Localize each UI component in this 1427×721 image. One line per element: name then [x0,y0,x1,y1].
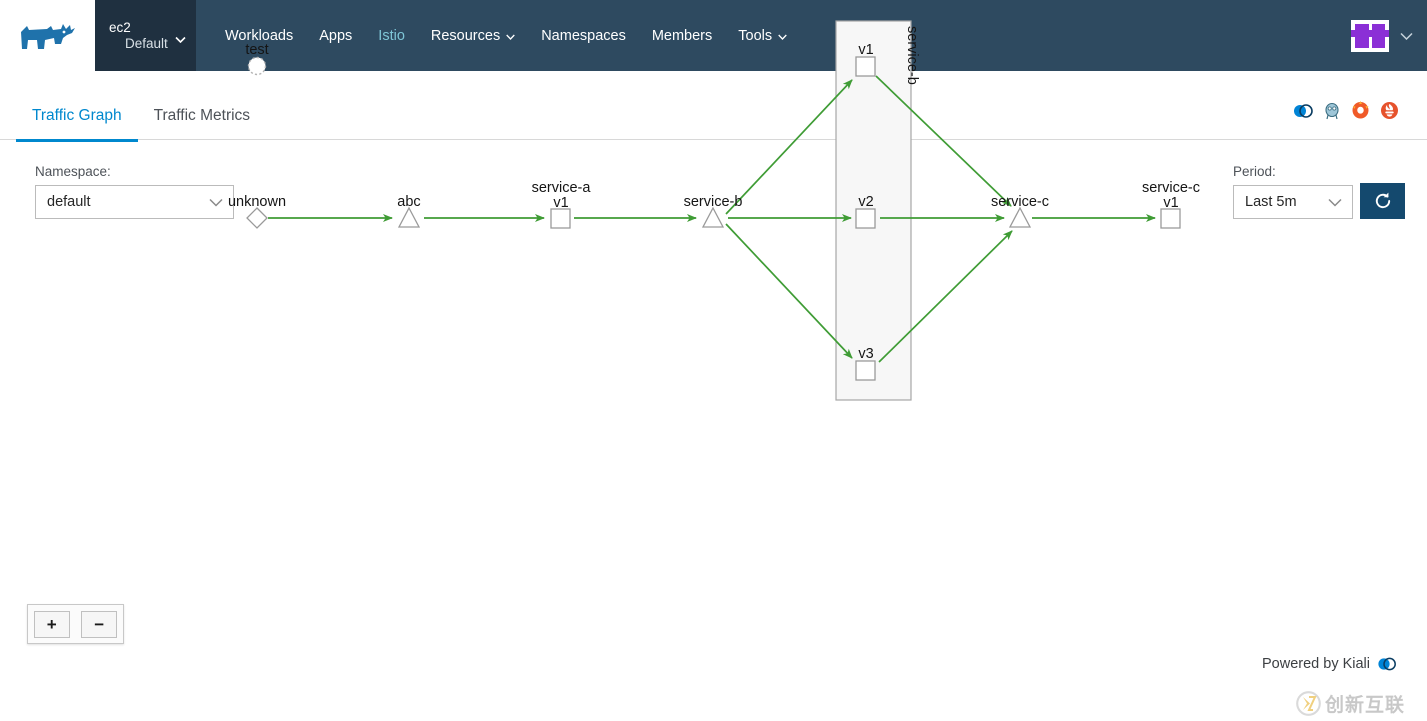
watermark-text: 创新互联 [1324,695,1405,716]
kiali-icon [1378,657,1396,671]
node-label: service-a [532,180,592,196]
node-service-b-v1[interactable]: v1 [855,42,876,77]
node-service-b[interactable]: service-b [684,194,743,228]
node-test[interactable]: test [245,42,269,76]
node-label: v1 [858,42,873,58]
node-unknown[interactable]: unknown [228,194,286,229]
edge-service-b-v3[interactable] [725,223,853,359]
node-service-b-v3[interactable]: v3 [855,346,876,381]
node-label: v2 [858,194,873,210]
zoom-out-button[interactable]: − [81,610,118,638]
node-label: v3 [858,346,873,362]
group-label: service-b [904,26,920,85]
node-service-a-v1[interactable]: service-a v1 [532,180,592,229]
watermark-logo-icon [1296,691,1321,716]
node-service-b-v2[interactable]: v2 [855,194,876,229]
node-label: service-c [1142,180,1200,196]
edge-service-b-v1[interactable] [725,79,853,215]
traffic-graph-canvas[interactable]: service-b test unknown abc service-a v1 … [0,20,1427,652]
node-service-c[interactable]: service-c [991,194,1049,228]
footer-label: Powered by Kiali [1262,656,1370,672]
node-label: test [245,42,268,58]
footer: Powered by Kiali [1262,656,1397,672]
watermark: 创新互联 [1296,690,1405,717]
zoom-controls: + − [27,604,124,644]
node-abc[interactable]: abc [397,194,421,228]
zoom-in-button[interactable]: + [33,610,70,638]
node-service-c-v1[interactable]: service-c v1 [1142,180,1200,229]
